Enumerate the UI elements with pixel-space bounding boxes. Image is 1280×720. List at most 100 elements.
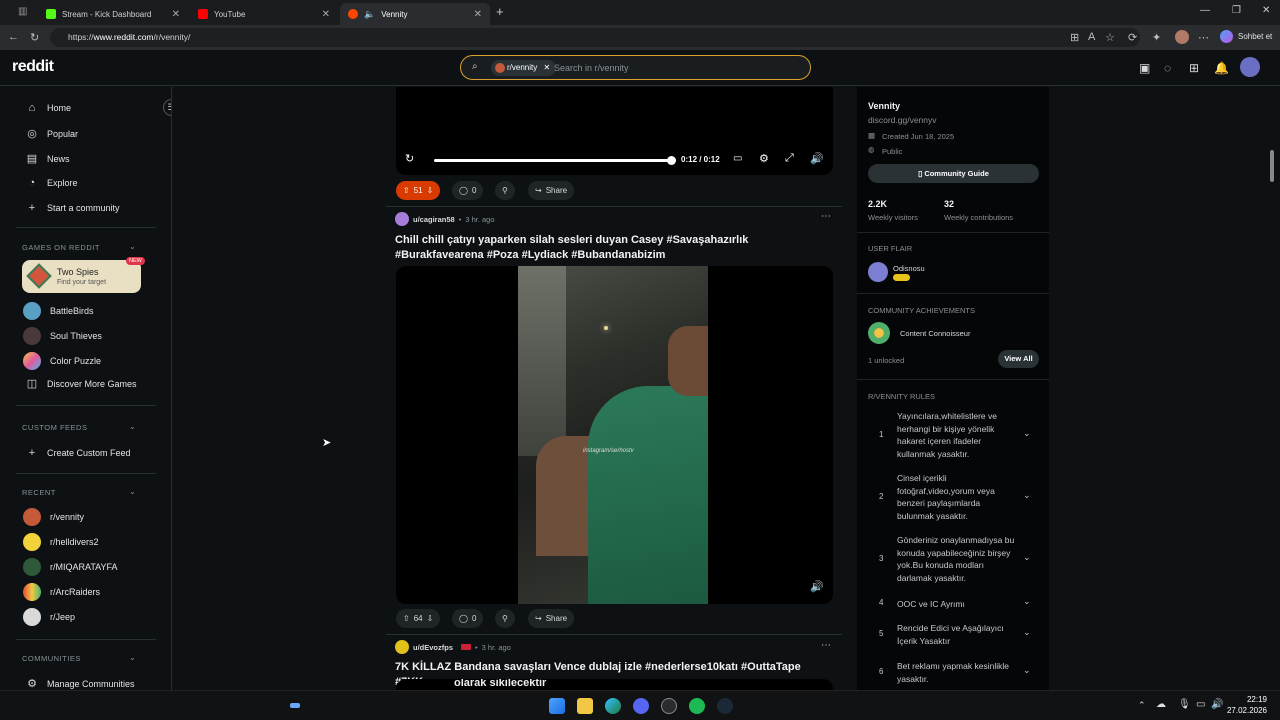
favorite-star-icon[interactable]: ☆ xyxy=(1105,31,1115,44)
rule-4[interactable]: 4 OOC ve IC Ayrımı ⌄ xyxy=(857,596,1049,611)
rule-1[interactable]: 1 Yayıncılara,whitelistlere ve herhangi … xyxy=(857,410,1049,460)
edge-icon[interactable] xyxy=(605,698,621,714)
user-avatar-icon[interactable] xyxy=(395,212,409,226)
game-soul-thieves[interactable]: Soul Thieves xyxy=(23,327,102,345)
close-window-icon[interactable]: ✕ xyxy=(1262,5,1270,16)
section-custom-feeds-header[interactable]: CUSTOM FEEDS xyxy=(22,423,87,432)
new-tab-icon[interactable]: + xyxy=(496,4,504,19)
share-button-1[interactable]: ↪ Share xyxy=(528,181,575,200)
discord-icon[interactable] xyxy=(633,698,649,714)
widget-icon[interactable] xyxy=(290,703,300,708)
chevron-down-icon[interactable]: ⌄ xyxy=(129,242,136,251)
microphone-icon[interactable]: 🎙 xyxy=(1178,699,1191,710)
downvote-icon[interactable]: ⇩ xyxy=(427,186,434,195)
manage-communities[interactable]: ⚙ Manage Communities xyxy=(26,677,134,690)
profile-avatar[interactable] xyxy=(1175,30,1189,44)
rule-5[interactable]: 5 Rencide Edici ve Aşağılayıcı İçerik Ya… xyxy=(857,622,1049,648)
video-progress-track[interactable] xyxy=(434,156,676,165)
video-player-2[interactable]: instagram/serhostv 🔊 xyxy=(396,266,833,604)
tray-app-icon[interactable]: ☁ xyxy=(1156,699,1166,710)
notifications-icon[interactable]: 🔔 xyxy=(1214,61,1229,75)
search-scope-chip[interactable]: r/vennity ✕ xyxy=(491,60,557,76)
maximize-icon[interactable]: ❐ xyxy=(1232,5,1241,16)
minimize-icon[interactable]: — xyxy=(1200,5,1210,16)
recent-jeep[interactable]: r/Jeep xyxy=(23,608,75,626)
volume-icon[interactable]: 🔊 xyxy=(810,580,824,593)
view-all-button[interactable]: View All xyxy=(998,350,1039,368)
post-author[interactable]: u/cagiran58 xyxy=(413,215,455,224)
tray-chevron-icon[interactable]: ⌃ xyxy=(1138,700,1146,711)
comments-button-1[interactable]: ◯ 0 xyxy=(452,181,484,200)
video-progress-knob[interactable] xyxy=(667,156,676,165)
discover-more-games[interactable]: ◫ Discover More Games xyxy=(26,377,137,390)
game-color-puzzle[interactable]: Color Puzzle xyxy=(23,352,101,370)
featured-game-card[interactable]: Two Spies Find your target NEW xyxy=(22,257,145,293)
speaker-icon[interactable]: 🔈 xyxy=(364,9,375,20)
more-menu-icon[interactable]: ⋯ xyxy=(1198,31,1209,44)
section-communities-header[interactable]: COMMUNITIES xyxy=(22,654,81,663)
nav-news[interactable]: ▤ News xyxy=(26,152,70,165)
page-scrollbar-thumb[interactable] xyxy=(1270,150,1274,182)
vote-button-1[interactable]: ⇧ 51 ⇩ xyxy=(396,181,441,200)
puzzle-icon[interactable]: ✦ xyxy=(1152,31,1161,44)
tab-vennity[interactable]: 🔈 Vennity ✕ xyxy=(340,3,490,25)
app-available-icon[interactable]: ⊞ xyxy=(1070,31,1079,44)
chevron-down-icon[interactable]: ⌄ xyxy=(1023,490,1031,501)
obs-icon[interactable] xyxy=(661,698,677,714)
refresh-icon[interactable]: ↻ xyxy=(30,31,39,44)
chevron-down-icon[interactable]: ⌄ xyxy=(1023,596,1031,607)
search-bar[interactable]: ⌕ r/vennity ✕ Search in r/vennity xyxy=(460,55,811,80)
captions-icon[interactable]: ▭ xyxy=(733,153,742,164)
start-icon[interactable] xyxy=(549,698,565,714)
clock-date[interactable]: 27.02.2026 xyxy=(1224,706,1267,715)
volume-icon[interactable]: 🔊 xyxy=(810,152,824,165)
browser-menu-icon[interactable]: ▥ xyxy=(18,6,27,17)
nav-explore[interactable]: ◔ Explore xyxy=(26,177,78,189)
flair-avatar[interactable] xyxy=(868,262,888,282)
file-explorer-icon[interactable] xyxy=(577,698,593,714)
clear-scope-icon[interactable]: ✕ xyxy=(543,63,550,72)
recent-arcraiders[interactable]: r/ArcRaiders xyxy=(23,583,100,601)
chevron-down-icon[interactable]: ⌄ xyxy=(1023,627,1031,638)
game-battlebirds[interactable]: BattleBirds xyxy=(23,302,94,320)
video-player-1[interactable]: ↻ 0:12 / 0:12 ▭ ⚙ ⤢ 🔊 xyxy=(396,87,833,175)
replay-icon[interactable]: ↻ xyxy=(405,152,414,165)
rule-3[interactable]: 3 Gönderiniz onaylanmadıysa bu konuda ya… xyxy=(857,534,1049,584)
nav-popular[interactable]: ◎ Popular xyxy=(26,127,78,140)
recent-helldivers2[interactable]: r/helldivers2 xyxy=(23,533,99,551)
recent-vennity[interactable]: r/vennity xyxy=(23,508,84,526)
create-post-icon[interactable]: ⊞ xyxy=(1189,61,1199,75)
comments-button-2[interactable]: ◯ 0 xyxy=(452,609,484,628)
chevron-down-icon[interactable]: ⌄ xyxy=(129,487,136,496)
close-tab-icon[interactable]: ✕ xyxy=(172,9,180,20)
award-button-1[interactable]: ⚲ xyxy=(495,181,515,200)
speaker-icon[interactable]: 🔊 xyxy=(1211,699,1223,710)
user-avatar-icon[interactable] xyxy=(395,640,409,654)
tab-youtube[interactable]: YouTube ✕ xyxy=(190,3,338,25)
copilot-icon[interactable] xyxy=(1220,30,1233,43)
create-custom-feed[interactable]: + Create Custom Feed xyxy=(26,447,131,459)
steam-icon[interactable] xyxy=(717,698,733,714)
back-icon[interactable]: ← xyxy=(8,31,19,43)
advertise-icon[interactable]: ▣ xyxy=(1139,61,1150,75)
upvote-icon[interactable]: ⇧ xyxy=(403,186,410,195)
search-input[interactable]: Search in r/vennity xyxy=(554,63,629,73)
chevron-down-icon[interactable]: ⌄ xyxy=(1023,552,1031,563)
post-title-2[interactable]: Chill chill çatıyı yaparken silah sesler… xyxy=(395,233,830,263)
reddit-logo[interactable]: reddit xyxy=(12,58,54,76)
section-recent-header[interactable]: RECENT xyxy=(22,488,56,497)
chevron-down-icon[interactable]: ⌄ xyxy=(1023,665,1031,676)
post-more-icon[interactable]: ⋯ xyxy=(821,211,831,222)
nav-start-community[interactable]: + Start a community xyxy=(26,202,120,214)
extensions-icon[interactable]: ⟳ xyxy=(1128,31,1137,44)
vote-button-2[interactable]: ⇧ 64 ⇩ xyxy=(396,609,441,628)
downvote-icon[interactable]: ⇩ xyxy=(427,614,434,623)
section-games-header[interactable]: GAMES ON REDDIT xyxy=(22,243,100,252)
share-button-2[interactable]: ↪ Share xyxy=(528,609,575,628)
post-more-icon[interactable]: ⋯ xyxy=(821,640,831,651)
upvote-icon[interactable]: ⇧ xyxy=(403,614,410,623)
flair-username[interactable]: Odisnosu xyxy=(893,264,925,273)
rule-6[interactable]: 6 Bet reklamı yapmak kesinlikle yasaktır… xyxy=(857,660,1049,686)
award-button-2[interactable]: ⚲ xyxy=(495,609,515,628)
nav-home[interactable]: ⌂ Home xyxy=(26,102,71,114)
